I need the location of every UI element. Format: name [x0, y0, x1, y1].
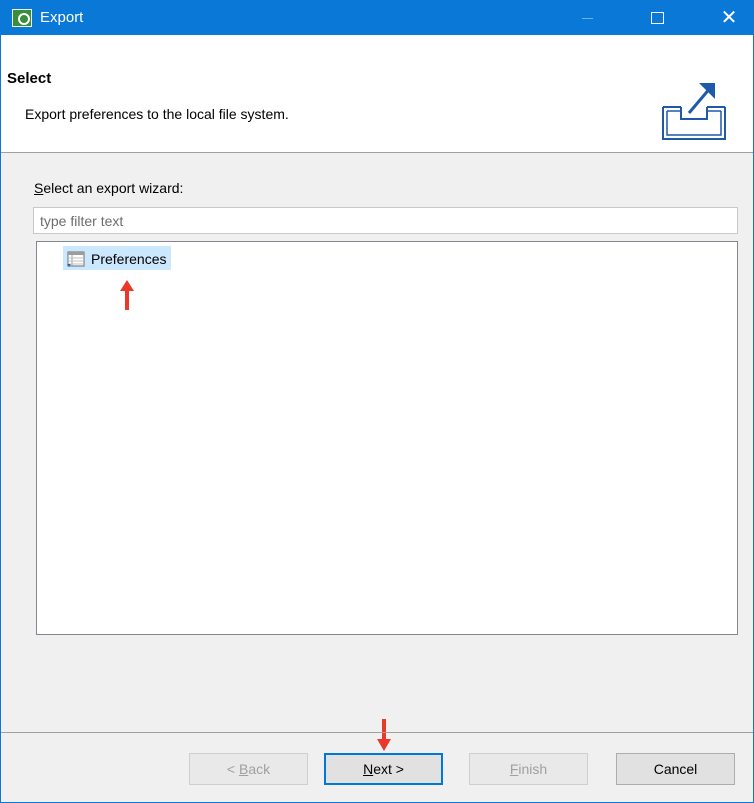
- back-button[interactable]: < Back: [189, 753, 308, 785]
- tree-item-preferences[interactable]: Preferences: [63, 246, 172, 270]
- wizard-header: Select Export preferences to the local f…: [1, 35, 753, 153]
- export-wizard-icon: [662, 83, 726, 140]
- page-title: Select: [7, 70, 52, 87]
- wizard-tree[interactable]: Preferences: [36, 241, 738, 635]
- filter-input[interactable]: [33, 207, 738, 234]
- annotation-arrow-up-icon: [120, 280, 134, 310]
- next-button[interactable]: Next >: [324, 753, 443, 785]
- maximize-button[interactable]: [634, 5, 680, 31]
- select-wizard-label: Select an export wizard:: [34, 180, 184, 196]
- finish-button[interactable]: Finish: [469, 753, 588, 785]
- window-title: Export: [40, 9, 84, 26]
- title-bar[interactable]: Export ✕: [1, 1, 753, 35]
- tree-item-label: Preferences: [91, 251, 167, 267]
- maximize-icon: [651, 12, 664, 24]
- minimize-glyph: [582, 18, 593, 19]
- eclipse-app-icon: [12, 9, 32, 27]
- close-button[interactable]: ✕: [706, 5, 752, 31]
- cancel-button[interactable]: Cancel: [616, 753, 735, 785]
- preferences-icon: [67, 251, 85, 267]
- annotation-arrow-down-icon: [377, 719, 391, 751]
- close-icon: ✕: [720, 7, 738, 29]
- footer-separator: [1, 732, 753, 733]
- export-dialog: Export ✕ Select Export preferences to th…: [0, 0, 754, 803]
- page-description: Export preferences to the local file sys…: [25, 106, 289, 122]
